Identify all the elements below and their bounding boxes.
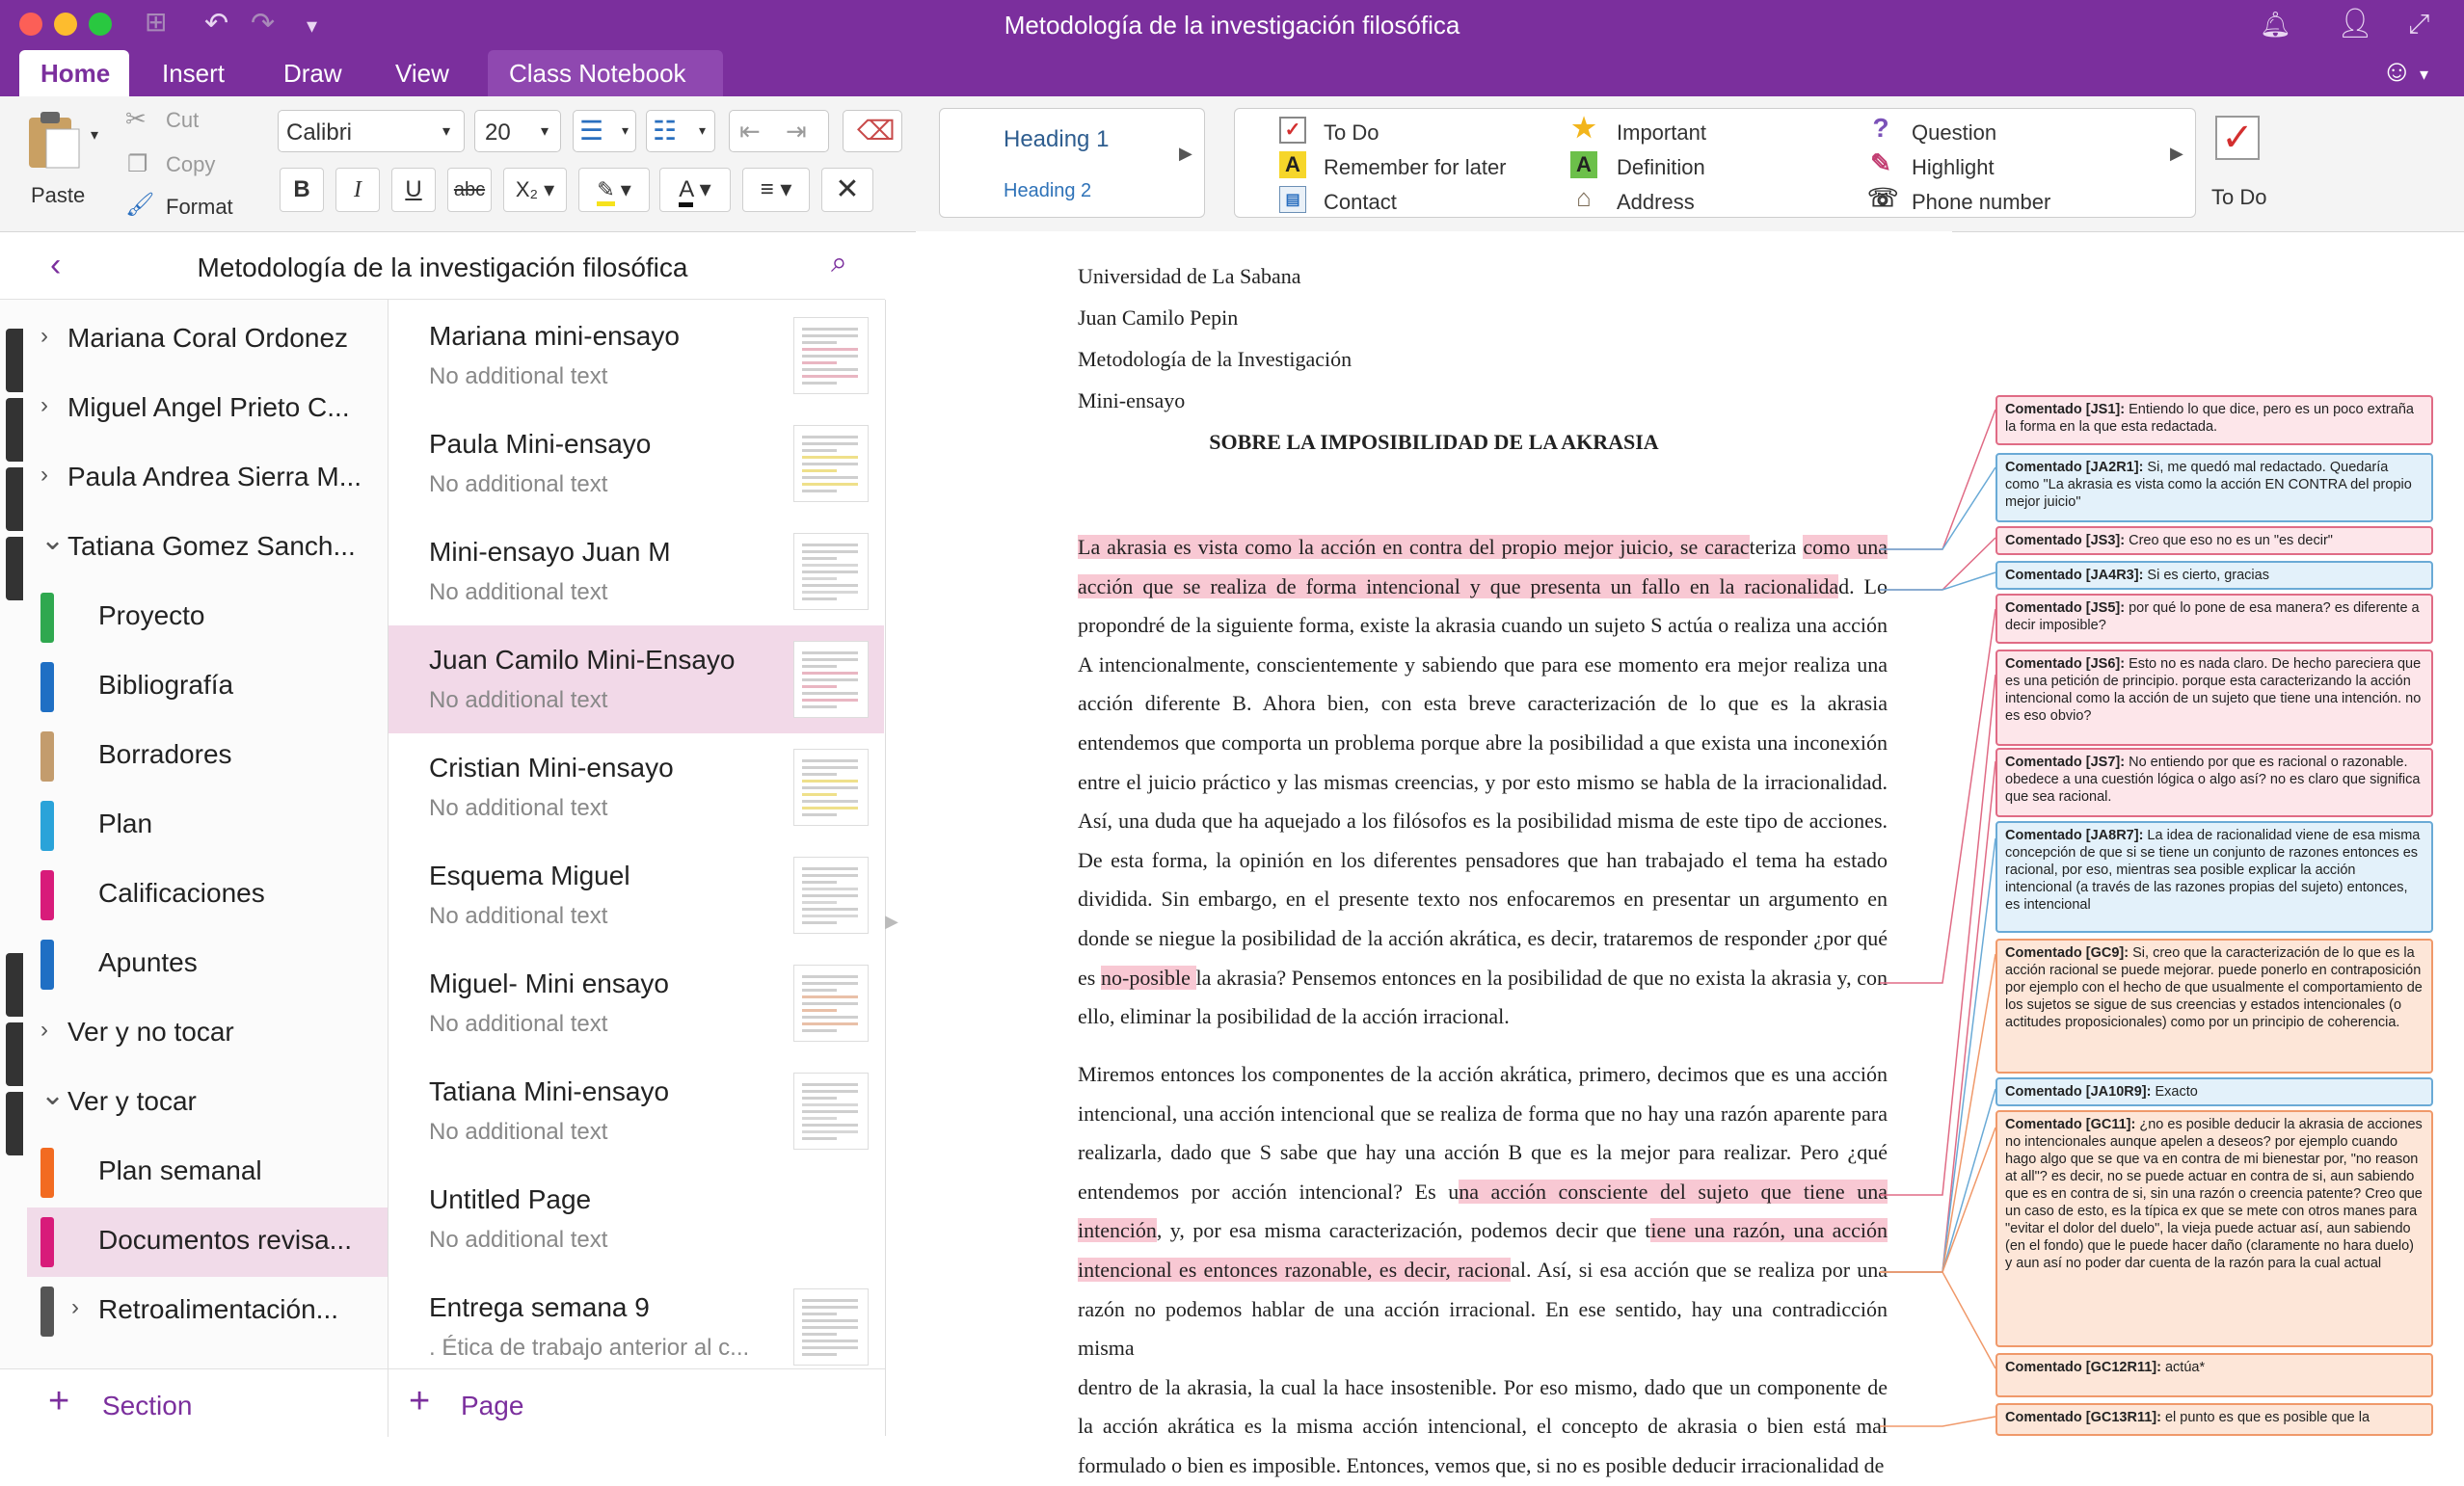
comment-balloon[interactable]: Comentado [GC9]: Si, creo que la caracte… bbox=[1995, 939, 2433, 1074]
comment-label: Comentado [GC13R11]: bbox=[2005, 1410, 2161, 1425]
comment-balloon[interactable]: Comentado [GC12R11]: actúa* bbox=[1995, 1353, 2433, 1397]
comment-label: Comentado [JS6]: bbox=[2005, 656, 2126, 672]
comment-label: Comentado [GC12R11]: bbox=[2005, 1360, 2161, 1375]
comment-balloon[interactable]: Comentado [JS6]: Esto no es nada claro. … bbox=[1995, 650, 2433, 746]
comment-balloon[interactable]: Comentado [JA10R9]: Exacto bbox=[1995, 1077, 2433, 1106]
comment-text: el punto es que es posible que la bbox=[2160, 1410, 2370, 1425]
comment-balloon[interactable]: Comentado [JA8R7]: La idea de racionalid… bbox=[1995, 821, 2433, 933]
comment-connector-line bbox=[1880, 1088, 1996, 1273]
comment-text: ¿no es posible deducir la akrasia de acc… bbox=[2005, 1117, 2423, 1271]
comment-label: Comentado [JS7]: bbox=[2005, 755, 2126, 770]
comment-connector-line bbox=[1880, 537, 1996, 591]
comment-text: actúa* bbox=[2160, 1360, 2206, 1375]
comment-label: Comentado [JA10R9]: bbox=[2005, 1084, 2152, 1100]
comment-label: Comentado [JA4R3]: bbox=[2005, 568, 2144, 583]
comment-text: Si es cierto, gracias bbox=[2143, 568, 2269, 583]
comment-label: Comentado [GC11]: bbox=[2005, 1117, 2136, 1132]
comment-label: Comentado [JA2R1]: bbox=[2005, 460, 2144, 475]
comment-connector-line bbox=[1880, 1416, 1996, 1427]
comment-connector-line bbox=[1880, 466, 1996, 550]
comment-label: Comentado [JS1]: bbox=[2005, 402, 2126, 417]
doc-line: formulado o bien es imposible. Entonces,… bbox=[1078, 1452, 1885, 1477]
comment-connector-line bbox=[1880, 1271, 1996, 1369]
comment-label: Comentado [JS3]: bbox=[2005, 533, 2126, 548]
comment-text: Exacto bbox=[2151, 1084, 2198, 1100]
comment-balloon[interactable]: Comentado [GC13R11]: el punto es que es … bbox=[1995, 1403, 2433, 1436]
comment-balloon[interactable]: Comentado [JA4R3]: Si es cierto, gracias bbox=[1995, 561, 2433, 590]
comment-balloon[interactable]: Comentado [JS5]: por qué lo pone de esa … bbox=[1995, 594, 2433, 644]
comment-label: Comentado [GC9]: bbox=[2005, 945, 2129, 961]
comment-connector-line bbox=[1880, 571, 1996, 591]
comment-balloon[interactable]: Comentado [JA2R1]: Si, me quedó mal reda… bbox=[1995, 453, 2433, 522]
comment-balloon[interactable]: Comentado [JS3]: Creo que eso no es un "… bbox=[1995, 526, 2433, 555]
comment-label: Comentado [JS5]: bbox=[2005, 600, 2126, 616]
comment-text: Creo que eso no es un "es decir" bbox=[2125, 533, 2333, 548]
comment-label: Comentado [JA8R7]: bbox=[2005, 828, 2144, 843]
comment-balloon[interactable]: Comentado [JS7]: No entiendo por que es … bbox=[1995, 748, 2433, 817]
comment-balloon[interactable]: Comentado [JS1]: Entiendo lo que dice, p… bbox=[1995, 395, 2433, 445]
comment-connector-line bbox=[1880, 953, 1996, 1273]
comment-connector-line bbox=[1880, 409, 1996, 550]
comment-balloon[interactable]: Comentado [GC11]: ¿no es posible deducir… bbox=[1995, 1110, 2433, 1347]
